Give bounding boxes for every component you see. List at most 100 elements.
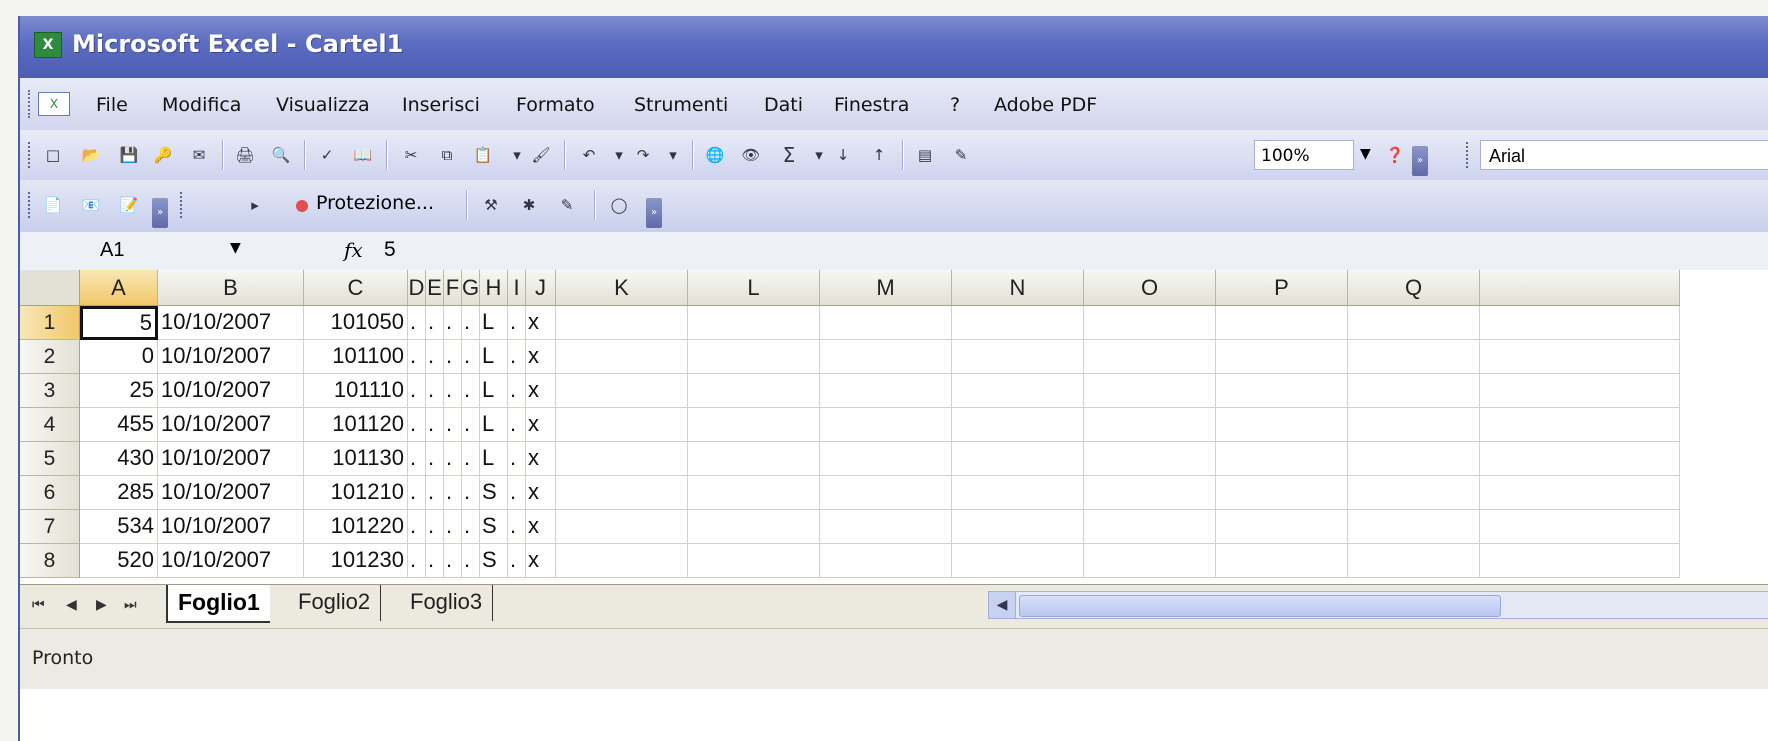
cell-l1[interactable] (688, 306, 820, 340)
cell-j3[interactable]: x (526, 374, 556, 408)
cell-f1[interactable]: . (444, 306, 462, 340)
menu-dati[interactable]: Dati (764, 94, 803, 116)
cell-l5[interactable] (688, 442, 820, 476)
cell-k7[interactable] (556, 510, 688, 544)
cell-i6[interactable]: . (508, 476, 526, 510)
undo-icon[interactable]: ↶ (576, 142, 602, 168)
sort-descending-icon[interactable]: ↑ (866, 142, 892, 168)
cell-a4[interactable]: 455 (80, 408, 158, 442)
row-header[interactable]: 4 (20, 408, 80, 442)
cell-a1[interactable]: 5 (80, 306, 158, 340)
cell-k2[interactable] (556, 340, 688, 374)
column-header-overflow[interactable] (1480, 270, 1680, 306)
research-globe-icon[interactable]: 👁 (738, 142, 764, 168)
menu-visualizza[interactable]: Visualizza (276, 94, 370, 116)
cell-p6[interactable] (1216, 476, 1348, 510)
formula-input[interactable]: 5 (384, 234, 396, 266)
cell-n4[interactable] (952, 408, 1084, 442)
cell-p8[interactable] (1216, 544, 1348, 578)
excel-document-icon[interactable]: X (38, 92, 70, 116)
cell-i7[interactable]: . (508, 510, 526, 544)
cell-b5[interactable]: 10/10/2007 (158, 442, 304, 476)
cell-o2[interactable] (1084, 340, 1216, 374)
cell-k6[interactable] (556, 476, 688, 510)
paste-dropdown-icon[interactable]: ▾ (504, 142, 530, 168)
autosum-dropdown-icon[interactable]: ▾ (806, 142, 832, 168)
spelling-icon[interactable]: ✓ (314, 142, 340, 168)
scrollbar-thumb[interactable] (1019, 595, 1501, 617)
cell-k3[interactable] (556, 374, 688, 408)
row-header[interactable]: 2 (20, 340, 80, 374)
cell-g1[interactable]: . (462, 306, 480, 340)
cell-b7[interactable]: 10/10/2007 (158, 510, 304, 544)
cell-n3[interactable] (952, 374, 1084, 408)
cell-overflow[interactable] (1480, 544, 1680, 578)
cell-q8[interactable] (1348, 544, 1480, 578)
cell-overflow[interactable] (1480, 510, 1680, 544)
name-box[interactable]: A1 (20, 234, 248, 266)
cell-g2[interactable]: . (462, 340, 480, 374)
toolbar-grip[interactable] (28, 142, 34, 168)
cell-o5[interactable] (1084, 442, 1216, 476)
run-macro-icon[interactable]: ▸ (242, 192, 268, 218)
cell-a7[interactable]: 534 (80, 510, 158, 544)
cell-n1[interactable] (952, 306, 1084, 340)
row-header[interactable]: 1 (20, 306, 80, 340)
name-box-dropdown-icon[interactable]: ▼ (230, 240, 241, 256)
cell-d5[interactable]: . (408, 442, 426, 476)
cell-k1[interactable] (556, 306, 688, 340)
cell-i5[interactable]: . (508, 442, 526, 476)
open-folder-icon[interactable]: 📂 (78, 142, 104, 168)
redo-icon[interactable]: ↷ (630, 142, 656, 168)
cell-overflow[interactable] (1480, 442, 1680, 476)
cell-d2[interactable]: . (408, 340, 426, 374)
cell-i2[interactable]: . (508, 340, 526, 374)
format-painter-icon[interactable]: 🖌 (528, 142, 554, 168)
cell-j2[interactable]: x (526, 340, 556, 374)
cell-m2[interactable] (820, 340, 952, 374)
cell-h4[interactable]: L (480, 408, 508, 442)
cell-q2[interactable] (1348, 340, 1480, 374)
cell-p3[interactable] (1216, 374, 1348, 408)
cell-l2[interactable] (688, 340, 820, 374)
cell-i8[interactable]: . (508, 544, 526, 578)
column-header-g[interactable]: G (462, 270, 480, 306)
cell-h2[interactable]: L (480, 340, 508, 374)
cell-g4[interactable]: . (462, 408, 480, 442)
cell-f3[interactable]: . (444, 374, 462, 408)
column-header-i[interactable]: I (508, 270, 526, 306)
toolbar-options-icon[interactable]: » (646, 198, 662, 228)
column-header-e[interactable]: E (426, 270, 444, 306)
cell-g5[interactable]: . (462, 442, 480, 476)
horizontal-scrollbar[interactable]: ◀ (988, 591, 1768, 619)
sort-ascending-icon[interactable]: ↓ (830, 142, 856, 168)
row-header[interactable]: 6 (20, 476, 80, 510)
cell-m5[interactable] (820, 442, 952, 476)
cell-k5[interactable] (556, 442, 688, 476)
menu-adobe-pdf[interactable]: Adobe PDF (994, 94, 1097, 116)
permission-icon[interactable]: 🔑 (150, 142, 176, 168)
cell-overflow[interactable] (1480, 408, 1680, 442)
cell-e8[interactable]: . (426, 544, 444, 578)
menubar-grip[interactable] (28, 90, 34, 118)
zoom-dropdown-icon[interactable]: ▼ (1360, 146, 1371, 162)
cell-o8[interactable] (1084, 544, 1216, 578)
column-header-o[interactable]: O (1084, 270, 1216, 306)
cell-b4[interactable]: 10/10/2007 (158, 408, 304, 442)
protection-button[interactable]: Protezione... (316, 192, 434, 214)
cell-q6[interactable] (1348, 476, 1480, 510)
cell-b1[interactable]: 10/10/2007 (158, 306, 304, 340)
cell-k4[interactable] (556, 408, 688, 442)
column-header-f[interactable]: F (444, 270, 462, 306)
cell-a3[interactable]: 25 (80, 374, 158, 408)
cell-d1[interactable]: . (408, 306, 426, 340)
cell-f7[interactable]: . (444, 510, 462, 544)
cell-b3[interactable]: 10/10/2007 (158, 374, 304, 408)
cell-q3[interactable] (1348, 374, 1480, 408)
cell-e4[interactable]: . (426, 408, 444, 442)
column-header-a[interactable]: A (80, 270, 158, 306)
convert-and-email-pdf-icon[interactable]: 📧 (78, 192, 104, 218)
research-icon[interactable]: 📖 (350, 142, 376, 168)
menu-finestra[interactable]: Finestra (834, 94, 909, 116)
cell-overflow[interactable] (1480, 374, 1680, 408)
